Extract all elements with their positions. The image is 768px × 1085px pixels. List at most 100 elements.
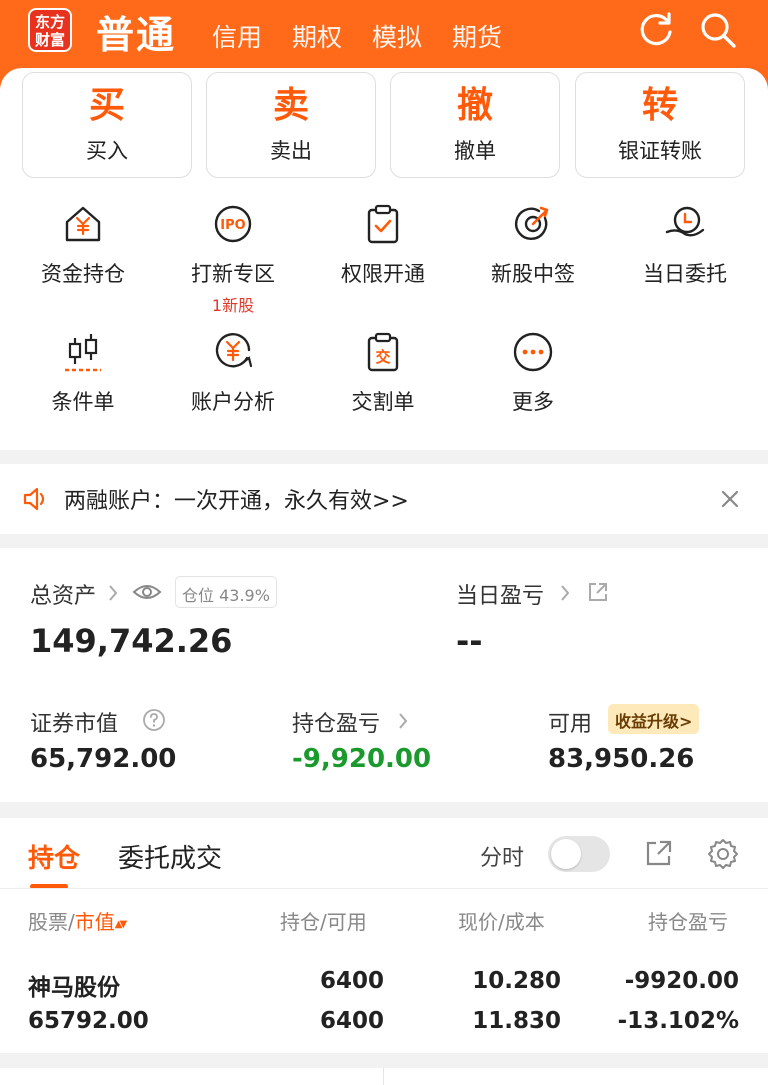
grid-item-ipo[interactable]: IPO 打新专区 1新股 bbox=[158, 202, 308, 316]
grid-label: 资金持仓 bbox=[41, 262, 125, 286]
transfer-label: 银证转账 bbox=[618, 139, 702, 163]
yen-chart-icon bbox=[215, 333, 253, 368]
tab-options[interactable]: 期权 bbox=[292, 18, 342, 54]
grid-item-account-analysis[interactable]: 账户分析 bbox=[158, 330, 308, 416]
position-chip-label: 仓位 bbox=[182, 586, 215, 605]
holding-pl-label[interactable]: 持仓盈亏 bbox=[292, 706, 380, 738]
assets-card: 总资产 仓位 43.9% 149,742.26 当日盈亏 -- 证券市值 65,… bbox=[0, 548, 768, 802]
grid-item-funds-holdings[interactable]: 资金持仓 bbox=[8, 202, 158, 288]
delivery-slip-icon: 交 bbox=[367, 332, 399, 372]
clipboard-check-icon bbox=[367, 204, 399, 244]
cancel-label: 撤单 bbox=[454, 139, 496, 163]
buy-glyph: 买 bbox=[88, 85, 125, 126]
buy-button[interactable]: 买 买入 bbox=[22, 72, 192, 178]
header-divider bbox=[0, 888, 768, 889]
search-icon[interactable] bbox=[698, 10, 738, 50]
sell-glyph: 卖 bbox=[272, 85, 309, 126]
grid-label: 权限开通 bbox=[341, 262, 425, 286]
col-price-header: 现价/成本 bbox=[458, 910, 545, 934]
daily-pl-label[interactable]: 当日盈亏 bbox=[456, 578, 544, 610]
current-price: 10.280 bbox=[472, 968, 561, 994]
grid-label: 更多 bbox=[512, 390, 554, 414]
available-value: 83,950.26 bbox=[548, 744, 695, 774]
cancel-glyph: 撤 bbox=[456, 85, 493, 126]
tab-holdings[interactable]: 持仓 bbox=[28, 838, 80, 875]
house-yen-icon bbox=[65, 206, 101, 242]
refresh-icon[interactable] bbox=[636, 10, 676, 50]
yield-upgrade-badge[interactable]: 收益升级> bbox=[608, 704, 700, 734]
available-qty: 6400 bbox=[319, 1008, 384, 1034]
transfer-button[interactable]: 转 银证转账 bbox=[575, 72, 745, 178]
new-stock-count: 1新股 bbox=[211, 296, 255, 315]
time-share-toggle[interactable] bbox=[548, 836, 610, 872]
available-label: 可用 bbox=[548, 712, 593, 737]
sell-label: 卖出 bbox=[270, 139, 312, 163]
grid-label: 当日委托 bbox=[643, 262, 727, 286]
positions-card: 持仓 委托成交 分时 股票/市值▲▼ 持仓/可用 现价/成本 持仓盈亏 神马股份… bbox=[0, 818, 768, 1053]
cancel-order-button[interactable]: 撤 撤单 bbox=[390, 72, 560, 178]
col-stock-label: 股票/ bbox=[28, 910, 75, 934]
chevron-right-icon bbox=[109, 585, 118, 601]
target-icon bbox=[514, 206, 549, 240]
grid-label: 账户分析 bbox=[191, 390, 275, 414]
total-assets-label[interactable]: 总资产 bbox=[30, 578, 96, 610]
hand-clock-icon bbox=[665, 206, 705, 237]
sell-button[interactable]: 卖 卖出 bbox=[206, 72, 376, 178]
sort-icon: ▲▼ bbox=[114, 919, 128, 930]
grid-item-daily-orders[interactable]: 当日委托 bbox=[610, 202, 760, 288]
grid-label: 打新专区 bbox=[191, 262, 275, 286]
tab-normal[interactable]: 普通 bbox=[96, 4, 176, 59]
more-icon bbox=[513, 332, 553, 372]
grid-label: 新股中签 bbox=[491, 262, 575, 286]
cost-price: 11.830 bbox=[472, 1008, 561, 1034]
buy-label: 买入 bbox=[86, 139, 128, 163]
col-pl-header: 持仓盈亏 bbox=[648, 910, 728, 934]
help-icon[interactable] bbox=[142, 708, 166, 732]
col-holding-header: 持仓/可用 bbox=[280, 910, 367, 934]
close-icon[interactable] bbox=[720, 489, 740, 509]
settings-icon[interactable] bbox=[706, 837, 740, 871]
grid-label: 交割单 bbox=[351, 390, 415, 414]
stock-market-value: 65792.00 bbox=[28, 1008, 149, 1034]
market-value: 65,792.00 bbox=[30, 744, 177, 774]
app-logo: 东方 财富 bbox=[28, 8, 72, 52]
tab-simulation[interactable]: 模拟 bbox=[372, 18, 422, 54]
ipo-icon: IPO bbox=[214, 205, 252, 243]
trade-panel: 买 买入 卖 卖出 撤 撤单 转 银证转账 资金持仓 IPO 打新专区 1新股 bbox=[0, 68, 768, 450]
grid-item-ipo-winning[interactable]: 新股中签 bbox=[458, 202, 608, 288]
grid-item-delivery-slip[interactable]: 交 交割单 bbox=[308, 330, 458, 416]
holding-pl-percent: -13.102% bbox=[617, 1008, 739, 1034]
eye-icon[interactable] bbox=[132, 580, 162, 604]
tab-futures[interactable]: 期货 bbox=[452, 18, 502, 54]
time-share-label: 分时 bbox=[480, 846, 525, 871]
grid-item-conditional-order[interactable]: 条件单 bbox=[8, 330, 158, 416]
position-chip-value: 43.9% bbox=[219, 586, 270, 605]
total-assets-value: 149,742.26 bbox=[30, 622, 233, 660]
svg-text:IPO: IPO bbox=[220, 218, 245, 233]
grid-label: 条件单 bbox=[51, 390, 115, 414]
grid-item-more[interactable]: 更多 bbox=[458, 330, 608, 416]
market-value-label: 证券市值 bbox=[30, 712, 119, 737]
stock-name: 神马股份 bbox=[28, 975, 120, 1001]
transfer-glyph: 转 bbox=[641, 85, 678, 126]
grid-item-permissions[interactable]: 权限开通 bbox=[308, 202, 458, 288]
margin-notice-bar[interactable]: 两融账户：一次开通，永久有效>> bbox=[0, 464, 768, 534]
holding-qty: 6400 bbox=[319, 968, 384, 994]
external-link-icon[interactable] bbox=[586, 580, 610, 604]
position-ratio-chip: 仓位 43.9% bbox=[175, 576, 277, 608]
chevron-right-icon bbox=[561, 585, 570, 601]
col-market-value-sort: 市值 bbox=[74, 910, 115, 934]
logo-line-1: 东方 bbox=[34, 13, 65, 31]
tab-orders-trades[interactable]: 委托成交 bbox=[118, 838, 222, 875]
notice-text: 两融账户：一次开通，永久有效>> bbox=[64, 489, 409, 514]
svg-text:交: 交 bbox=[375, 348, 390, 366]
chevron-right-icon bbox=[399, 713, 408, 729]
logo-line-2: 财富 bbox=[34, 31, 65, 49]
bottom-strip bbox=[0, 1068, 768, 1085]
holding-pl-value: -9,920.00 bbox=[292, 744, 432, 774]
candlestick-icon bbox=[65, 334, 101, 372]
holding-pl-amount: -9920.00 bbox=[624, 968, 739, 994]
tab-credit[interactable]: 信用 bbox=[212, 18, 262, 54]
col-stock-header[interactable]: 股票/市值▲▼ bbox=[28, 906, 128, 935]
share-icon[interactable] bbox=[644, 838, 674, 868]
